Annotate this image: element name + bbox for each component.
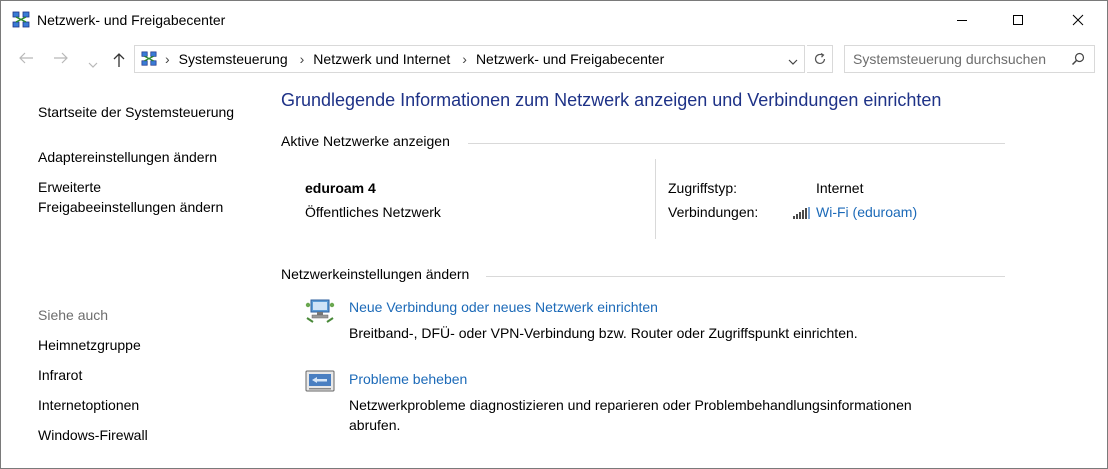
- refresh-button[interactable]: [807, 45, 833, 73]
- wifi-connection-link[interactable]: Wi-Fi (eduroam): [816, 204, 917, 220]
- close-icon: [1072, 14, 1084, 26]
- sidebar-link-homegroup[interactable]: Heimnetzgruppe: [38, 335, 141, 355]
- up-arrow-icon: [113, 53, 125, 67]
- network-center-icon: [12, 11, 30, 29]
- address-dropdown-button[interactable]: [788, 52, 798, 70]
- change-settings-heading: Netzwerkeinstellungen ändern: [281, 266, 470, 282]
- close-button[interactable]: [1055, 1, 1101, 39]
- see-also-heading: Siehe auch: [38, 307, 109, 323]
- task-description: Breitband-, DFÜ- oder VPN-Verbindung bzw…: [349, 325, 858, 341]
- breadcrumb-separator-icon[interactable]: ›: [165, 51, 170, 67]
- window-title: Netzwerk- und Freigabecenter: [37, 12, 226, 28]
- sidebar-link-label: Erweiterte: [38, 179, 102, 195]
- minimize-button[interactable]: [939, 1, 985, 39]
- page-title: Grundlegende Informationen zum Netzwerk …: [281, 90, 942, 110]
- sidebar-link-windows-firewall[interactable]: Windows-Firewall: [38, 425, 148, 445]
- sidebar-link-internet-options[interactable]: Internetoptionen: [38, 395, 139, 415]
- forward-arrow-icon: [54, 52, 68, 64]
- breadcrumb-separator-icon[interactable]: ›: [462, 51, 467, 67]
- recent-locations-button[interactable]: [88, 55, 98, 72]
- breadcrumb-freigabecenter[interactable]: Netzwerk- und Freigabecenter: [476, 51, 664, 67]
- breadcrumb-systemsteuerung[interactable]: Systemsteuerung: [179, 51, 288, 67]
- control-panel-icon: [141, 51, 157, 67]
- network-type[interactable]: Öffentliches Netzwerk: [305, 204, 441, 220]
- task-description: abrufen.: [349, 417, 401, 433]
- access-type-label: Zugriffstyp:: [668, 180, 737, 196]
- troubleshoot-icon: [305, 369, 335, 400]
- sidebar-link-infrared[interactable]: Infrarot: [38, 365, 82, 385]
- chevron-down-icon: [88, 62, 98, 68]
- title-bar: Netzwerk- und Freigabecenter: [1, 1, 1107, 39]
- breadcrumb-netzwerk-und-internet[interactable]: Netzwerk und Internet: [313, 51, 450, 67]
- maximize-button[interactable]: [995, 1, 1041, 39]
- search-input[interactable]: [845, 46, 1068, 72]
- minimize-icon: [957, 20, 967, 21]
- sidebar-link-control-panel-home[interactable]: Startseite der Systemsteuerung: [38, 102, 234, 122]
- task-description: Netzwerkprobleme diagnostizieren und rep…: [349, 397, 912, 413]
- navigation-bar: › Systemsteuerung › Netzwerk und Internet › N…: [1, 43, 1107, 79]
- search-box[interactable]: [844, 45, 1095, 73]
- refresh-icon: [814, 52, 825, 65]
- forward-button[interactable]: [53, 51, 69, 69]
- active-networks-heading: Aktive Netzwerke anzeigen: [281, 133, 450, 149]
- breadcrumb: › Systemsteuerung › Netzwerk und Internet › N…: [165, 51, 664, 67]
- section-divider: [468, 143, 1005, 144]
- network-name: eduroam 4: [305, 180, 376, 196]
- connections-label: Verbindungen:: [668, 204, 759, 220]
- sidebar-link-label: Freigabeeinstellungen ändern: [38, 199, 224, 215]
- sidebar-link-adapter-settings[interactable]: Adaptereinstellungen ändern: [38, 147, 217, 167]
- vertical-divider: [655, 159, 656, 239]
- address-bar[interactable]: › Systemsteuerung › Netzwerk und Internet › N…: [134, 45, 805, 73]
- sidebar-link-advanced-sharing[interactable]: Erweiterte Freigabeeinstellungen ändern: [38, 177, 223, 217]
- maximize-icon: [1013, 15, 1023, 25]
- search-icon[interactable]: [1071, 52, 1085, 71]
- setup-new-connection-link[interactable]: Neue Verbindung oder neues Netzwerk einr…: [349, 299, 658, 315]
- troubleshoot-link[interactable]: Probleme beheben: [349, 371, 467, 387]
- access-type-value: Internet: [816, 180, 864, 196]
- section-divider: [486, 276, 1005, 277]
- breadcrumb-separator-icon[interactable]: ›: [300, 51, 305, 67]
- chevron-down-icon: [788, 59, 798, 65]
- up-button[interactable]: [112, 52, 126, 72]
- wifi-signal-icon: [793, 206, 811, 224]
- new-connection-icon: [305, 296, 335, 329]
- back-button[interactable]: [18, 51, 34, 69]
- back-arrow-icon: [19, 52, 33, 64]
